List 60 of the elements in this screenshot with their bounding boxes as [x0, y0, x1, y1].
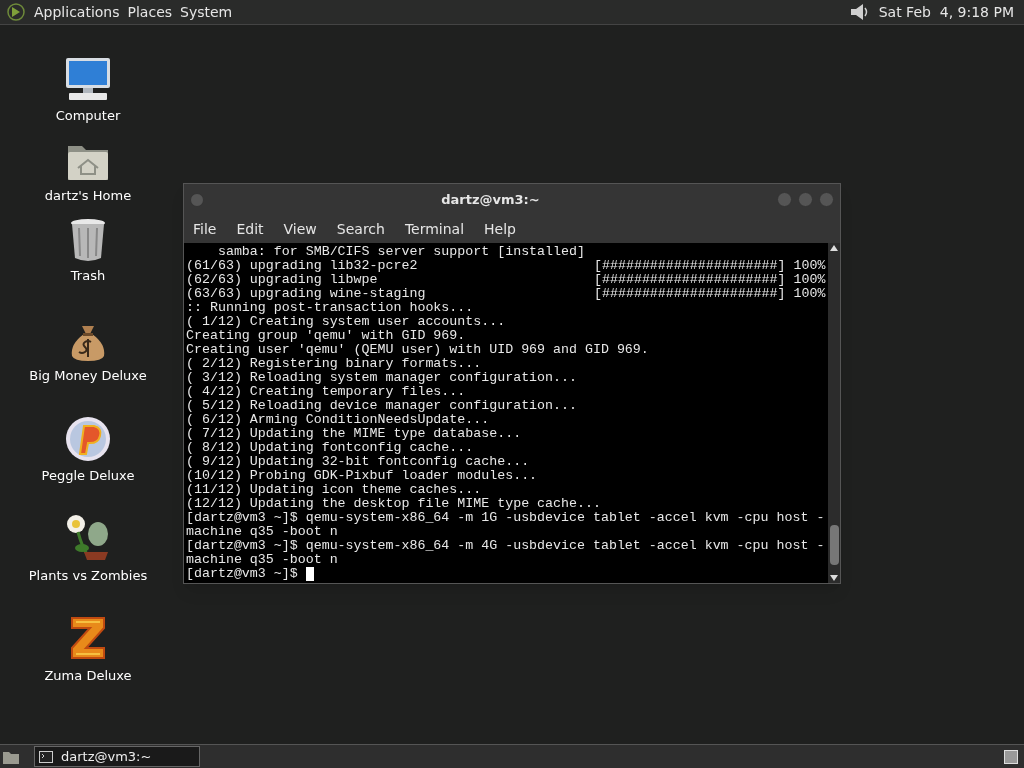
terminal-line: ( 5/12) Reloading device manager configuration... — [186, 399, 578, 413]
panel-menu[interactable]: Applications — [34, 1, 120, 23]
terminal-icon — [39, 750, 53, 763]
terminal-line: (11/12) Updating icon theme caches... — [186, 483, 483, 497]
terminal-line: ( 4/12) Creating temporary files... — [186, 385, 467, 399]
desktop-icon-label[interactable]: dartz's Home — [44, 185, 132, 205]
progress-text: [######################] — [594, 287, 786, 301]
desktop-icon-label[interactable]: Peggle Deluxe — [41, 465, 135, 485]
scroll-down-icon[interactable] — [830, 575, 838, 581]
progress-text: [######################] — [594, 273, 786, 287]
scrollbar[interactable] — [828, 243, 840, 583]
panel-menu[interactable]: System — [180, 1, 233, 23]
menu-item[interactable]: File — [193, 218, 217, 240]
terminal-line: samba: for SMB/CIFS server support [installed] — [216, 245, 586, 259]
percent-text: 100% — [793, 273, 826, 287]
progress-text: [######################] — [594, 259, 786, 273]
menu-item[interactable]: Search — [336, 218, 385, 240]
menu-item[interactable]: Terminal — [404, 218, 465, 240]
terminal-line: [dartz@vm3 ~]$ qemu-system-x86_64 -m 1G -usbdevice tablet -accel kvm -cpu host - — [186, 511, 826, 525]
ball-icon — [65, 415, 111, 462]
prompt-text: [dartz@vm3 ~]$ — [186, 567, 299, 581]
terminal-line: ( 2/12) Registering binary formats... — [186, 357, 483, 371]
terminal-line: (63/63) upgrading wine-staging — [186, 287, 427, 301]
terminal-line: machine q35 -boot n — [186, 525, 339, 539]
terminal-line: ( 1/12) Creating system user accounts... — [186, 315, 507, 329]
computer-icon — [63, 55, 113, 102]
scroll-up-icon[interactable] — [830, 245, 838, 251]
terminal-line: (10/12) Probing GDK-Pixbuf loader modules... — [186, 469, 539, 483]
terminal-line: [dartz@vm3 ~]$ qemu-system-x86_64 -m 4G -usbdevice tablet -accel kvm -cpu host - — [186, 539, 826, 553]
percent-text: 100% — [793, 259, 826, 273]
menu-item[interactable]: Edit — [236, 218, 264, 240]
terminal-line: ( 7/12) Updating the MIME type database... — [186, 427, 523, 441]
trash-icon — [69, 217, 107, 262]
terminal-line: machine q35 -boot n — [186, 553, 339, 567]
desktop-icon-label[interactable]: Zuma Deluxe — [44, 665, 132, 685]
taskbar-button[interactable]: dartz@vm3:~ — [34, 746, 200, 767]
terminal-line: Creating group 'qemu' with GID 969. — [186, 329, 467, 343]
window-title: dartz@vm3:~ — [440, 190, 541, 209]
clock-text[interactable]: Sat Feb 4, 9:18 PM — [878, 1, 1014, 23]
panel-menu[interactable]: Places — [127, 1, 173, 23]
menu-item[interactable]: Help — [484, 218, 516, 240]
terminal-line: ( 6/12) Arming ConditionNeedsUpdate... — [186, 413, 491, 427]
terminal-line: (12/12) Updating the desktop file MIME type cache... — [186, 497, 602, 511]
workspace-switcher[interactable] — [1004, 749, 1018, 764]
scrollbar-thumb[interactable] — [829, 525, 839, 565]
menu-item[interactable]: View — [283, 218, 317, 240]
desktop-icon-label[interactable]: Trash — [70, 265, 106, 285]
terminal-line: (61/63) upgrading lib32-pcre2 — [186, 259, 419, 273]
terminal-line: (62/63) upgrading libwpe — [186, 273, 379, 287]
text-cursor — [305, 567, 314, 581]
terminal-line: Creating user 'qemu' (QEMU user) with UID 969 and GID 969. — [186, 343, 650, 357]
desktop-icon-label[interactable]: Computer — [55, 105, 121, 125]
percent-text: 100% — [793, 287, 826, 301]
terminal-line: ( 3/12) Reloading system manager configuration... — [186, 371, 578, 385]
desktop-icon-label[interactable]: Big Money Deluxe — [29, 365, 147, 385]
terminal-line: ( 9/12) Updating 32-bit fontconfig cache... — [186, 455, 531, 469]
terminal-line: :: Running post-transaction hooks... — [186, 301, 475, 315]
terminal-line: ( 8/12) Updating fontconfig cache... — [186, 441, 475, 455]
desktop-icon-label[interactable]: Plants vs Zombies — [28, 565, 148, 585]
distro-logo-icon[interactable] — [6, 2, 26, 22]
